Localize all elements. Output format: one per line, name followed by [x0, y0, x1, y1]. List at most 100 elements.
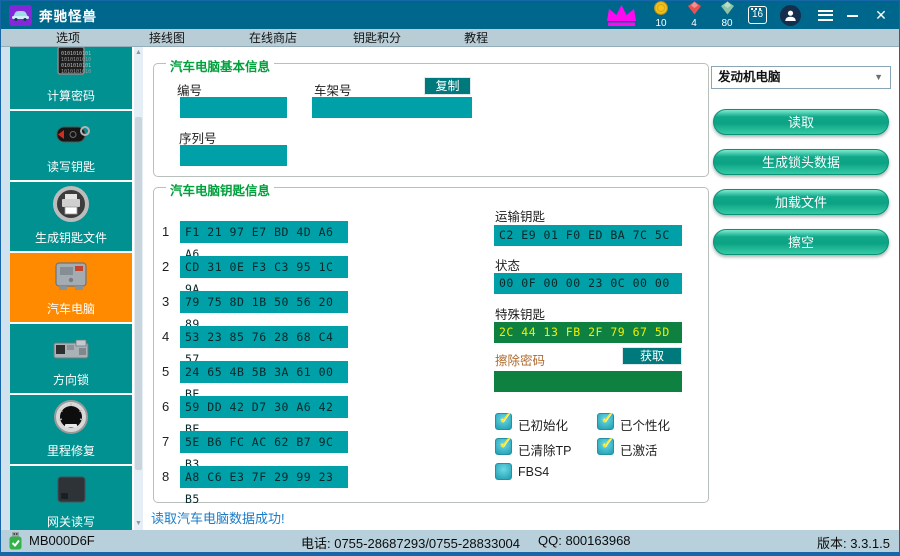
transport-key-label: 运输钥匙 — [495, 210, 546, 224]
user-avatar[interactable] — [780, 4, 801, 26]
special-key-label: 特殊钥匙 — [495, 308, 546, 322]
key-row-number: 1 — [162, 224, 170, 239]
erase-button[interactable]: 擦空 — [713, 229, 889, 255]
checkbox-label-initialized: 已初始化 — [518, 419, 569, 433]
key-row-field[interactable]: 24 65 4B 5B 3A 61 00 BE — [180, 361, 348, 401]
contact-info: 电话: 0755-28687293/0755-28833004 QQ: 8001… — [301, 533, 631, 552]
red-gem-icon — [687, 1, 702, 18]
window-title: 奔驰怪兽 — [39, 9, 97, 24]
key-info-title: 汽车电脑钥匙信息 — [166, 180, 275, 199]
sidebar-left-rail — [1, 47, 10, 530]
scroll-down-arrow-icon[interactable]: ▼ — [134, 518, 143, 530]
app-logo-icon — [9, 4, 32, 26]
bianhao-field[interactable] — [180, 97, 287, 118]
scrollbar-thumb[interactable] — [135, 117, 142, 470]
checkbox-label-tp-cleared: 已清除TP — [518, 444, 572, 458]
statusbar: MB000D6F 电话: 0755-28687293/0755-28833004… — [1, 530, 899, 555]
coin-counter[interactable]: 10 — [649, 1, 673, 29]
sidebar-item-label: 网关读写 — [46, 515, 95, 529]
checkbox-label-activated: 已激活 — [620, 444, 658, 458]
app-window: 奔驰怪兽 10 4 80 16 ✕ 选项 接线图 在线商店 钥匙积分 教程 01… — [0, 0, 900, 556]
menu-item-options[interactable]: 选项 — [56, 29, 80, 46]
key-row-field[interactable]: 79 75 8D 1B 50 56 20 89 — [180, 291, 348, 331]
ecu-module-icon — [49, 258, 93, 297]
close-button[interactable]: ✕ — [871, 7, 891, 24]
printer-circle-icon — [51, 185, 91, 226]
checkbox-label-personalized: 已个性化 — [620, 419, 671, 433]
key-row-number: 5 — [162, 364, 170, 379]
key-row-number: 8 — [162, 469, 170, 484]
key-row-field[interactable]: F1 21 97 E7 BD 4D A6 A6 — [180, 221, 348, 261]
green-gem-icon — [720, 1, 735, 18]
sidebar: 0101010101 1010101010 0101010101 1010101010… — [10, 47, 132, 530]
steering-lock-icon — [49, 335, 93, 368]
sidebar-item-read-write-key[interactable]: 读写钥匙 — [10, 111, 132, 180]
version-label: 版本: 3.3.1.5 — [817, 536, 890, 551]
minimize-button[interactable] — [842, 7, 862, 23]
green-gem-counter[interactable]: 80 — [715, 1, 739, 29]
phone-number: 电话: 0755-28687293/0755-28833004 — [301, 536, 521, 551]
main-body: 0101010101 1010101010 0101010101 1010101010… — [1, 47, 899, 530]
coin-icon — [654, 1, 668, 18]
red-gem-counter[interactable]: 4 — [682, 1, 706, 29]
sidebar-item-generate-key-file[interactable]: 生成钥匙文件 — [10, 182, 132, 251]
basic-info-title: 汽车电脑基本信息 — [166, 56, 275, 75]
special-key-field[interactable]: 2C 44 13 FB 2F 79 67 5D — [494, 322, 682, 343]
key-row-field[interactable]: A8 C6 E3 7F 29 99 23 B5 — [180, 466, 348, 506]
read-button[interactable]: 读取 — [713, 109, 889, 135]
generate-lock-data-button[interactable]: 生成锁头数据 — [713, 149, 889, 175]
chevron-down-icon: ▼ — [874, 72, 883, 82]
sidebar-item-gateway[interactable]: 网关读写 — [10, 466, 132, 530]
sidebar-item-calc-password[interactable]: 0101010101 1010101010 0101010101 1010101010… — [10, 47, 132, 109]
load-file-button[interactable]: 加载文件 — [713, 189, 889, 215]
checkbox-tp-cleared[interactable] — [495, 434, 512, 455]
sidebar-item-car-ecu[interactable]: 汽车电脑 — [10, 253, 132, 322]
menu-item-wiring-diagram[interactable]: 接线图 — [149, 29, 185, 46]
serial-field[interactable] — [180, 145, 287, 166]
transport-key-field[interactable]: C2 E9 01 F0 ED BA 7C 5C — [494, 225, 682, 246]
red-gem-count: 4 — [691, 18, 697, 29]
gateway-box-icon — [49, 473, 93, 510]
ecu-type-dropdown[interactable]: 发动机电脑 ▼ — [711, 66, 891, 89]
titlebar: 奔驰怪兽 10 4 80 16 ✕ — [1, 1, 899, 29]
key-row-number: 7 — [162, 434, 170, 449]
qq-number: QQ: 800163968 — [538, 533, 631, 548]
sidebar-item-label: 生成钥匙文件 — [34, 231, 107, 245]
checkbox-activated[interactable] — [597, 434, 614, 455]
key-row-field[interactable]: 5E B6 FC AC 62 B7 9C B3 — [180, 431, 348, 471]
sidebar-item-label: 读写钥匙 — [46, 160, 95, 174]
status-field[interactable]: 00 0F 00 00 23 0C 00 00 — [494, 273, 682, 294]
device-id: MB000D6F — [29, 533, 95, 548]
vip-crown-icon[interactable] — [605, 4, 638, 27]
erase-password-field[interactable] — [494, 371, 682, 392]
erase-password-label: 擦除密码 — [495, 354, 546, 368]
sidebar-item-label: 计算密码 — [46, 89, 95, 103]
key-row-number: 2 — [162, 259, 170, 274]
scroll-up-arrow-icon[interactable]: ▲ — [134, 47, 143, 59]
sidebar-scrollbar[interactable]: ▲ ▼ — [134, 47, 143, 530]
key-row-field[interactable]: 59 DD 42 D7 30 A6 42 BE — [180, 396, 348, 436]
basic-info-groupbox: 汽车电脑基本信息 编号 车架号 复制 序列号 — [153, 56, 709, 177]
status-label: 状态 — [495, 259, 521, 273]
green-gem-count: 80 — [721, 18, 733, 29]
calendar-icon[interactable]: 16 — [748, 6, 767, 24]
sidebar-item-mileage-repair[interactable]: 里程修复 — [10, 395, 132, 464]
sidebar-item-steering-lock[interactable]: 方向锁 — [10, 324, 132, 393]
get-button[interactable]: 获取 — [622, 347, 682, 365]
gauge-icon — [52, 398, 90, 439]
copy-button[interactable]: 复制 — [424, 77, 471, 95]
key-row-field[interactable]: CD 31 0E F3 C3 95 1C 9A — [180, 256, 348, 296]
menu-item-online-store[interactable]: 在线商店 — [249, 29, 297, 46]
menu-item-tutorial[interactable]: 教程 — [464, 29, 488, 46]
key-row-number: 6 — [162, 399, 170, 414]
sidebar-item-label: 里程修复 — [46, 444, 95, 458]
status-message: 读取汽车电脑数据成功! — [151, 511, 285, 526]
checkbox-fbs4[interactable] — [495, 463, 512, 480]
hamburger-menu-icon[interactable] — [818, 9, 833, 21]
menu-item-key-points[interactable]: 钥匙积分 — [353, 29, 401, 46]
key-row-field[interactable]: 53 23 85 76 28 68 C4 57 — [180, 326, 348, 366]
vin-field[interactable] — [312, 97, 472, 118]
checkbox-label-fbs4: FBS4 — [518, 465, 550, 479]
checkbox-personalized[interactable] — [597, 409, 614, 430]
checkbox-initialized[interactable] — [495, 409, 512, 430]
